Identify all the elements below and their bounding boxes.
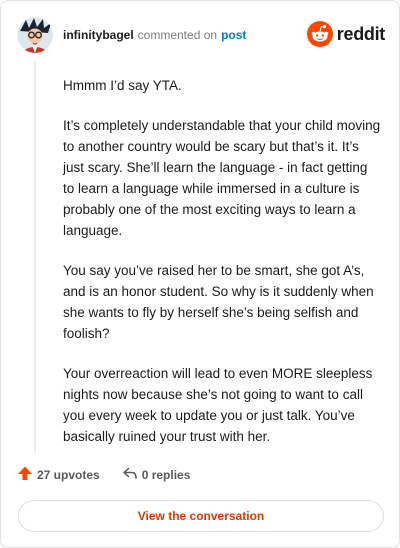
post-link[interactable]: post [221,28,246,42]
reply-button[interactable]: 0 replies [122,465,191,484]
comment-card: infinitybagel commented on post reddit H… [0,0,400,548]
thread-line [34,61,36,453]
comment-meta: infinitybagel commented on post [63,28,246,42]
user-avatar[interactable] [17,17,53,53]
reddit-wordmark: reddit [336,23,386,44]
reddit-brand[interactable]: reddit [306,21,386,47]
view-conversation-button[interactable]: View the conversation [18,500,384,532]
action-text: commented on [137,28,218,42]
upvote-count: 27 upvotes [37,467,100,482]
comment-paragraph: Hmmm I’d say YTA. [63,78,182,93]
comment-header: infinitybagel commented on post reddit [17,15,385,55]
comment-actions: 27 upvotes 0 replies [17,465,190,484]
reddit-snoo-icon [306,21,333,47]
comment-paragraph: You say you’ve raised her to be smart, s… [63,263,374,341]
comment-body: Hmmm I’d say YTA. It’s completely unders… [63,75,381,466]
comment-paragraph: It’s completely understandable that your… [63,118,381,238]
comment-paragraph: Your overreaction will lead to even MORE… [63,366,373,444]
username[interactable]: infinitybagel [63,28,134,42]
upvote-button[interactable]: 27 upvotes [17,465,100,484]
reply-count: 0 replies [141,467,191,482]
upvote-arrow-icon [17,465,33,484]
reply-arrow-icon [122,465,138,484]
